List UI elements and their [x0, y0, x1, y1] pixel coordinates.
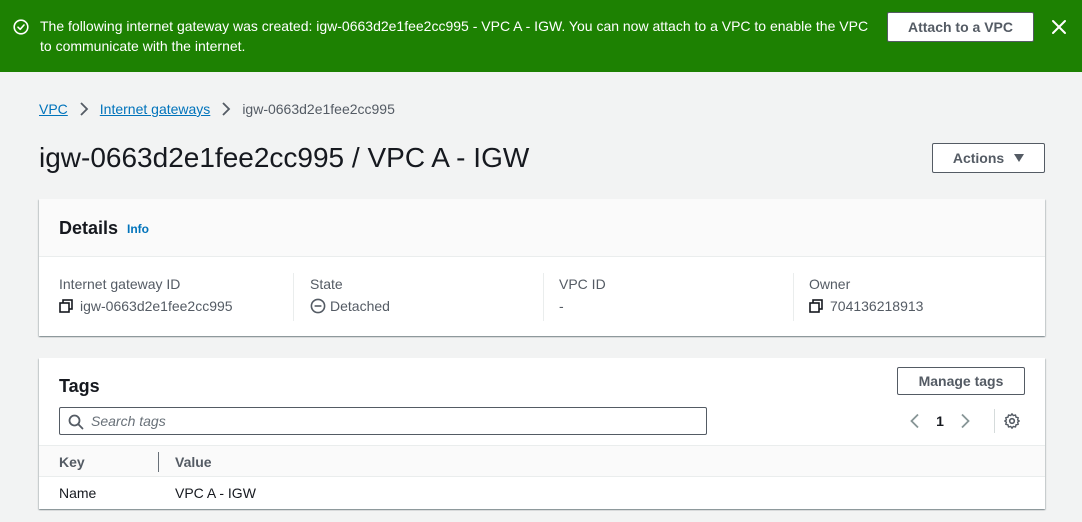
flash-message: The following internet gateway was creat…	[40, 18, 869, 54]
success-check-icon	[13, 19, 29, 35]
success-flash-banner: The following internet gateway was creat…	[0, 0, 1082, 72]
chevron-right-icon	[221, 102, 231, 116]
detached-status-icon	[310, 298, 326, 314]
field-label: Internet gateway ID	[59, 276, 181, 292]
details-header: Details Info	[39, 199, 1045, 257]
field-label: Owner	[809, 276, 851, 292]
search-tags-field	[59, 407, 707, 435]
field-label: State	[310, 276, 343, 292]
field-value: 704136218913	[830, 298, 924, 314]
search-tags-input[interactable]	[91, 412, 691, 430]
field-value: igw-0663d2e1fee2cc995	[80, 298, 233, 314]
copy-icon[interactable]	[59, 299, 73, 313]
chevron-right-icon	[79, 102, 89, 116]
page-number-button[interactable]: 1	[923, 413, 957, 429]
info-link[interactable]: Info	[127, 222, 149, 236]
column-divider	[543, 273, 544, 321]
breadcrumb-vpc-link[interactable]: VPC	[39, 101, 68, 117]
details-heading: Details	[59, 218, 119, 238]
breadcrumb-current: igw-0663d2e1fee2cc995	[242, 101, 395, 117]
column-divider	[293, 273, 294, 321]
search-icon	[68, 414, 84, 430]
state-field: State Detached	[310, 275, 390, 319]
actions-dropdown-button[interactable]: Actions	[932, 143, 1045, 173]
tags-table-header: Key Value	[39, 445, 1045, 477]
gear-icon[interactable]	[1004, 413, 1020, 429]
column-resizer[interactable]	[158, 452, 159, 472]
chevron-left-icon[interactable]	[907, 413, 923, 429]
field-label: VPC ID	[559, 276, 606, 292]
divider	[994, 409, 995, 433]
owner-field: Owner 704136218913	[809, 275, 923, 319]
close-icon[interactable]	[1051, 19, 1067, 35]
tag-key-cell: Name	[59, 485, 97, 501]
table-row: Name VPC A - IGW	[39, 477, 1045, 509]
column-header-value[interactable]: Value	[175, 454, 212, 470]
attach-to-vpc-button[interactable]: Attach to a VPC	[887, 12, 1034, 42]
internet-gateway-id-field: Internet gateway ID igw-0663d2e1fee2cc99…	[59, 275, 233, 319]
caret-down-icon	[1014, 154, 1025, 162]
field-value: Detached	[330, 298, 390, 314]
tags-heading: Tags	[59, 376, 100, 396]
page-title: igw-0663d2e1fee2cc995 / VPC A - IGW	[39, 142, 530, 173]
vpc-id-field: VPC ID -	[559, 275, 606, 319]
pagination: 1	[907, 410, 973, 432]
tag-value-cell: VPC A - IGW	[175, 485, 256, 501]
field-value: -	[559, 298, 564, 314]
manage-tags-button[interactable]: Manage tags	[897, 367, 1025, 395]
tags-panel: Tags Manage tags 1 Key Value Name VPC A …	[39, 358, 1045, 509]
column-header-key[interactable]: Key	[59, 454, 85, 470]
chevron-right-icon[interactable]	[957, 413, 973, 429]
breadcrumb: VPC Internet gateways igw-0663d2e1fee2cc…	[39, 99, 395, 119]
breadcrumb-internet-gateways-link[interactable]: Internet gateways	[100, 101, 211, 117]
copy-icon[interactable]	[809, 299, 823, 313]
column-divider	[793, 273, 794, 321]
details-panel: Details Info Internet gateway ID igw-066…	[39, 199, 1045, 336]
actions-label: Actions	[952, 150, 1005, 166]
